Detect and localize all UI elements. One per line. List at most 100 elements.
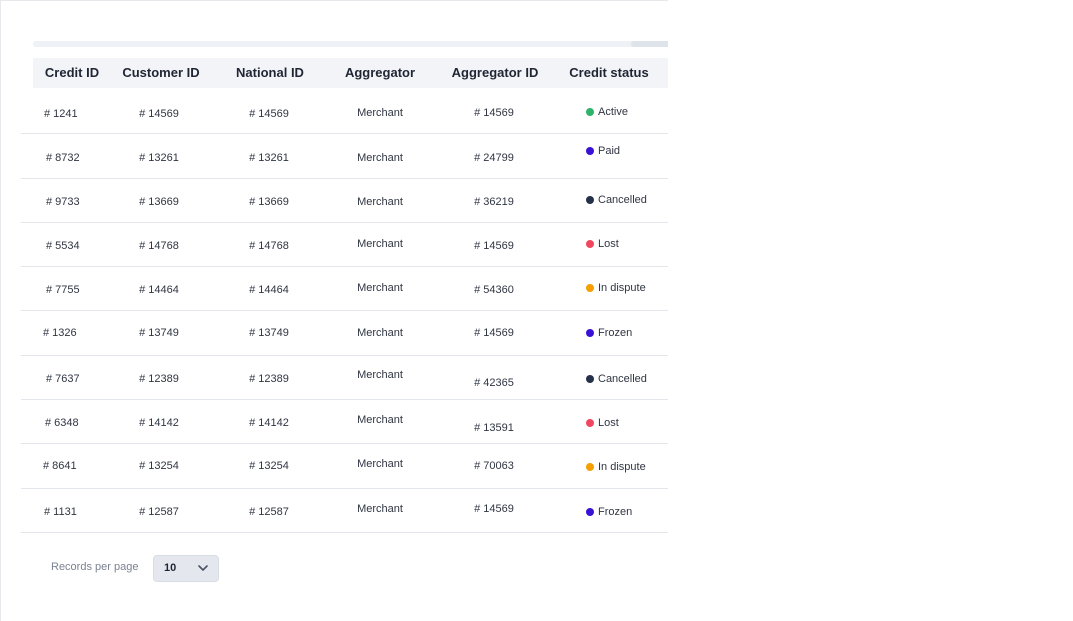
customer-id-cell: # 12587 — [139, 506, 179, 518]
column-header-credit-id[interactable]: Credit ID — [33, 58, 111, 88]
aggregator-id-cell: # 14569 — [474, 503, 514, 515]
status-label: Frozen — [598, 506, 633, 518]
column-header-aggregator-id[interactable]: Aggregator ID — [443, 58, 547, 88]
aggregator-cell: Merchant — [357, 458, 403, 470]
aggregator-id-cell: # 36219 — [474, 196, 514, 208]
aggregator-cell: Merchant — [357, 196, 403, 208]
status-badge: Paid — [586, 145, 620, 157]
aggregator-cell: Merchant — [357, 503, 403, 515]
status-dot-icon — [586, 108, 594, 116]
table-row[interactable]: # 8641 # 13254 # 13254 Merchant # 70063 In di… — [21, 445, 668, 489]
column-header-customer-id[interactable]: Customer ID — [113, 58, 209, 88]
status-badge: Frozen — [586, 327, 632, 339]
national-id-cell: # 14569 — [249, 108, 289, 120]
aggregator-cell: Merchant — [357, 327, 403, 339]
status-label: Active — [598, 106, 628, 118]
status-label: Cancelled — [598, 194, 647, 206]
customer-id-cell: # 14569 — [139, 108, 179, 120]
status-label: Lost — [598, 238, 619, 250]
credit-id-cell: # 5534 — [46, 240, 80, 252]
credit-id-cell: # 8641 — [43, 460, 77, 472]
customer-id-cell: # 14768 — [139, 240, 179, 252]
credit-id-cell: # 1131 — [44, 506, 77, 518]
status-label: Paid — [598, 145, 621, 157]
records-per-page-value: 10 — [164, 562, 177, 574]
status-badge: Cancelled — [586, 194, 647, 206]
credit-id-cell: # 6348 — [45, 417, 79, 429]
status-dot-icon — [586, 375, 594, 383]
customer-id-cell: # 13669 — [139, 196, 179, 208]
status-badge: Lost — [586, 417, 619, 429]
aggregator-id-cell: # 14569 — [474, 240, 514, 252]
national-id-cell: # 14464 — [249, 284, 289, 296]
table-row[interactable]: # 8732 # 13261 # 13261 Merchant # 24799 Paid — [21, 135, 668, 179]
aggregator-cell: Merchant — [357, 107, 403, 119]
status-dot-icon — [586, 329, 594, 337]
column-header-credit-status[interactable]: Credit status — [563, 58, 655, 88]
status-label: Lost — [598, 417, 619, 429]
table-row[interactable]: # 6348 # 14142 # 14142 Merchant # 13591 Lost — [21, 400, 668, 444]
credit-id-cell: # 7637 — [46, 373, 80, 385]
credit-id-cell: # 8732 — [46, 152, 80, 164]
aggregator-id-cell: # 42365 — [474, 377, 514, 389]
table-row[interactable]: # 1241 # 14569 # 14569 Merchant # 14569 Activ… — [21, 90, 668, 134]
national-id-cell: # 14768 — [249, 240, 289, 252]
status-badge: In dispute — [586, 461, 646, 473]
table-row[interactable]: # 9733 # 13669 # 13669 Merchant # 36219 Cance… — [21, 179, 668, 223]
customer-id-cell: # 13749 — [139, 327, 179, 339]
status-dot-icon — [586, 508, 594, 516]
status-dot-icon — [586, 196, 594, 204]
aggregator-id-cell: # 14569 — [474, 327, 514, 339]
status-dot-icon — [586, 147, 594, 155]
national-id-cell: # 12389 — [249, 373, 289, 385]
customer-id-cell: # 12389 — [139, 373, 179, 385]
table-row[interactable]: # 7637 # 12389 # 12389 Merchant # 42365 Cance… — [21, 356, 668, 400]
credit-id-cell: # 1241 — [44, 108, 78, 120]
national-id-cell: # 14142 — [249, 417, 289, 429]
table-row[interactable]: # 1131 # 12587 # 12587 Merchant # 14569 Froze… — [21, 489, 668, 533]
column-header-national-id[interactable]: National ID — [223, 58, 317, 88]
aggregator-cell: Merchant — [357, 369, 403, 381]
scrollbar-thumb[interactable] — [631, 41, 668, 47]
customer-id-cell: # 13254 — [139, 460, 179, 472]
national-id-cell: # 13254 — [249, 460, 289, 472]
status-dot-icon — [586, 463, 594, 471]
status-badge: Active — [586, 106, 628, 118]
column-header-aggregator[interactable]: Aggregator — [335, 58, 425, 88]
table-row[interactable]: # 5534 # 14768 # 14768 Merchant # 14569 Lost — [21, 223, 668, 267]
table-header: Credit ID Customer ID National ID Aggreg… — [33, 58, 668, 88]
customer-id-cell: # 13261 — [139, 152, 179, 164]
aggregator-id-cell: # 24799 — [474, 152, 514, 164]
national-id-cell: # 13669 — [249, 196, 289, 208]
chevron-down-icon — [198, 565, 208, 571]
aggregator-id-cell: # 70063 — [474, 460, 514, 472]
status-label: In dispute — [598, 282, 646, 294]
aggregator-id-cell: # 13591 — [474, 422, 514, 434]
credits-table-panel: Credit ID Customer ID National ID Aggreg… — [0, 0, 668, 621]
aggregator-id-cell: # 54360 — [474, 284, 514, 296]
table-row[interactable]: # 1326 # 13749 # 13749 Merchant # 14569 Froze… — [21, 312, 668, 356]
national-id-cell: # 13261 — [249, 152, 289, 164]
horizontal-scrollbar[interactable] — [33, 41, 668, 47]
aggregator-cell: Merchant — [357, 414, 403, 426]
aggregator-cell: Merchant — [357, 152, 403, 164]
status-dot-icon — [586, 240, 594, 248]
status-label: Cancelled — [598, 373, 647, 385]
credit-id-cell: # 7755 — [46, 284, 80, 296]
records-per-page-select[interactable]: 10 — [153, 555, 219, 582]
credit-id-cell: # 1326 — [43, 327, 77, 339]
table-row[interactable]: # 7755 # 14464 # 14464 Merchant # 54360 In di… — [21, 267, 668, 311]
status-badge: Frozen — [586, 506, 632, 518]
status-dot-icon — [586, 419, 594, 427]
national-id-cell: # 13749 — [249, 327, 289, 339]
status-badge: Lost — [586, 238, 619, 250]
status-dot-icon — [586, 284, 594, 292]
status-badge: In dispute — [586, 282, 646, 294]
credit-id-cell: # 9733 — [46, 196, 80, 208]
aggregator-id-cell: # 14569 — [474, 107, 514, 119]
records-per-page-label: Records per page — [51, 561, 139, 573]
customer-id-cell: # 14464 — [139, 284, 179, 296]
status-label: In dispute — [598, 461, 646, 473]
customer-id-cell: # 14142 — [139, 417, 179, 429]
status-badge: Cancelled — [586, 373, 647, 385]
